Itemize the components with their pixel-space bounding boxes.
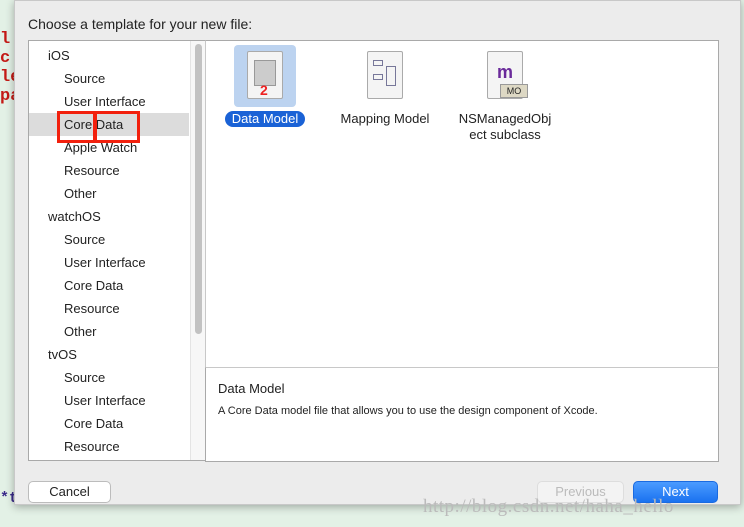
template-label: Mapping Model: [340, 111, 430, 126]
sidebar-item[interactable]: User Interface: [29, 251, 189, 274]
template-mapping-model[interactable]: Mapping Model: [330, 45, 440, 127]
description-text: A Core Data model file that allows you t…: [218, 405, 598, 417]
sidebar-item[interactable]: User Interface: [29, 389, 189, 412]
template-nsmanagedobject-subclass[interactable]: m MO NSManagedObj ect subclass: [450, 45, 560, 143]
template-category-list[interactable]: Resource Core Data User Interface Source tvO…: [28, 40, 206, 461]
annotation-box: [57, 111, 97, 143]
sidebar-item[interactable]: Other: [29, 182, 189, 205]
cancel-button[interactable]: Cancel: [28, 481, 111, 503]
new-file-dialog: Choose a template for your new file: Res…: [14, 0, 741, 505]
data-model-icon: 2: [234, 45, 296, 107]
template-description: Data Model A Core Data model file that a…: [205, 367, 719, 462]
sidebar-item[interactable]: Source: [29, 67, 189, 90]
sidebar-item[interactable]: Source: [29, 366, 189, 389]
sidebar-item[interactable]: User Interface: [29, 90, 189, 113]
template-data-model[interactable]: 2 Data Model: [210, 45, 320, 127]
annotation-box: [93, 111, 140, 143]
sidebar-section-header: tvOS: [48, 347, 77, 362]
sidebar-item[interactable]: Other: [29, 320, 189, 343]
sidebar-section-header: iOS: [48, 48, 70, 63]
sidebar-item[interactable]: Source: [29, 228, 189, 251]
watermark: http://blog.csdn.net/haha_hello: [423, 496, 674, 517]
sidebar-item[interactable]: Resource: [29, 435, 189, 458]
sidebar-item[interactable]: Core Data: [29, 412, 189, 435]
template-grid: 2 Data Model Mapping Model m MO NSManaged…: [205, 40, 719, 368]
template-label: Data Model: [224, 111, 306, 127]
scrollbar[interactable]: [190, 41, 205, 460]
sidebar-item[interactable]: Core Data: [29, 274, 189, 297]
managed-object-icon: m MO: [474, 45, 536, 107]
sidebar-section-header: watchOS: [48, 209, 101, 224]
sidebar-item[interactable]: Resource: [29, 297, 189, 320]
scrollbar-thumb[interactable]: [195, 44, 202, 334]
template-label: NSManagedObj ect subclass: [458, 111, 552, 142]
description-title: Data Model: [218, 381, 285, 396]
sidebar-item[interactable]: Resource: [29, 159, 189, 182]
mapping-model-icon: [354, 45, 416, 107]
dialog-title: Choose a template for your new file:: [28, 16, 253, 32]
